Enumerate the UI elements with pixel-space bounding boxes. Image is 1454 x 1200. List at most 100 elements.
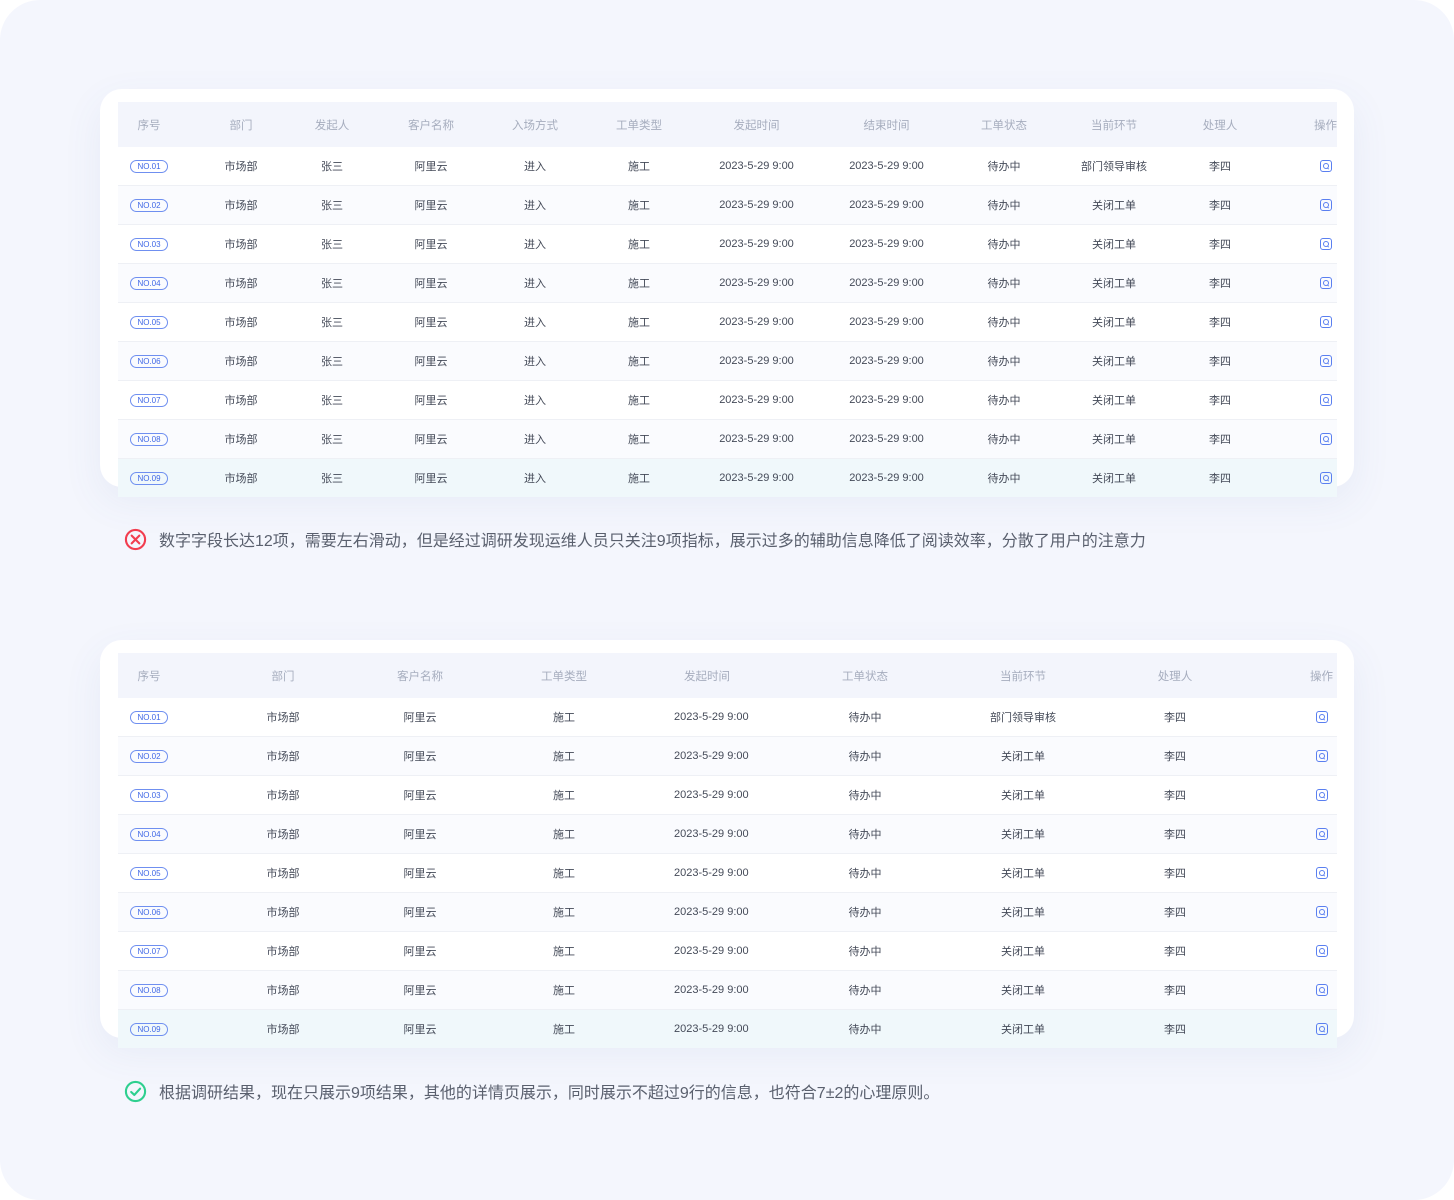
action-cell (1294, 867, 1349, 880)
table-row[interactable]: NO.08 市场部 阿里云 施工 2023-5-29 9:00 待办中 关闭工单 李四 (118, 971, 1337, 1010)
table-row[interactable]: NO.03 市场部 张三 阿里云 进入 施工 2023-5-29 9:00 2023-5-29… (118, 225, 1337, 264)
action-cell (1294, 750, 1349, 763)
row-number-badge: NO.03 (130, 237, 168, 251)
table-cell: 阿里云 (403, 907, 437, 919)
table-row[interactable]: NO.09 市场部 阿里云 施工 2023-5-29 9:00 待办中 关闭工单 李四 (118, 1010, 1337, 1048)
view-icon[interactable] (1315, 789, 1328, 802)
row-number-badge: NO.09 (130, 1022, 168, 1036)
view-icon[interactable] (1319, 316, 1332, 329)
check-circle-icon (124, 1080, 147, 1102)
table-cell: 市场部 (224, 356, 258, 368)
table-cell: 关闭工单 (1092, 473, 1136, 485)
view-icon[interactable] (1319, 199, 1332, 212)
view-icon[interactable] (1315, 867, 1328, 880)
table-cell: 李四 (1209, 161, 1231, 173)
table-cell: 张三 (321, 239, 343, 251)
row-number-badge: NO.05 (130, 315, 168, 329)
table-row[interactable]: NO.08 市场部 张三 阿里云 进入 施工 2023-5-29 9:00 2023-5-29… (118, 420, 1337, 459)
table-row[interactable]: NO.09 市场部 张三 阿里云 进入 施工 2023-5-29 9:00 2023-5-29… (118, 459, 1337, 497)
table-cell: 关闭工单 (1001, 829, 1045, 841)
table-cell: 阿里云 (414, 317, 448, 329)
view-icon[interactable] (1315, 750, 1328, 763)
table-cell: 李四 (1209, 395, 1231, 407)
table-cell: 张三 (321, 473, 343, 485)
table-cell: 李四 (1209, 356, 1231, 368)
row-number-cell: NO.01 (118, 159, 180, 173)
table-row[interactable]: NO.04 市场部 阿里云 施工 2023-5-29 9:00 待办中 关闭工单 李四 (118, 815, 1337, 854)
table-cell: 待办中 (848, 1024, 882, 1036)
table-cell: 2023-5-29 9:00 (719, 394, 794, 406)
table-row[interactable]: NO.07 市场部 张三 阿里云 进入 施工 2023-5-29 9:00 2023-5-29… (118, 381, 1337, 420)
column-header: 当前环节 (1000, 670, 1046, 683)
table-cell: 阿里云 (403, 868, 437, 880)
action-cell (1252, 160, 1399, 173)
note-after: 根据调研结果，现在只展示9项结果，其他的详情页展示，同时展示不超过9行的信息，也… (124, 1079, 939, 1103)
table-cell: 待办中 (987, 395, 1021, 407)
table-cell: 关闭工单 (1001, 946, 1045, 958)
table-row[interactable]: NO.05 市场部 阿里云 施工 2023-5-29 9:00 待办中 关闭工单 李四 (118, 854, 1337, 893)
row-number-cell: NO.08 (118, 432, 180, 446)
table-row[interactable]: NO.02 市场部 张三 阿里云 进入 施工 2023-5-29 9:00 2023-5-29… (118, 186, 1337, 225)
table-cell: 阿里云 (403, 1024, 437, 1036)
table-cell: 2023-5-29 9:00 (719, 355, 794, 367)
table-cell: 2023-5-29 9:00 (849, 277, 924, 289)
table-cell: 关闭工单 (1001, 985, 1045, 997)
table-row[interactable]: NO.06 市场部 阿里云 施工 2023-5-29 9:00 待办中 关闭工单 李四 (118, 893, 1337, 932)
view-icon[interactable] (1319, 160, 1332, 173)
view-icon[interactable] (1315, 1023, 1328, 1036)
table-cell: 市场部 (224, 239, 258, 251)
table-cell: 市场部 (266, 790, 300, 802)
view-icon[interactable] (1319, 472, 1332, 485)
table-row[interactable]: NO.06 市场部 张三 阿里云 进入 施工 2023-5-29 9:00 2023-5-29… (118, 342, 1337, 381)
column-header: 发起时间 (733, 119, 780, 132)
row-number-badge: NO.06 (130, 905, 168, 919)
action-cell (1294, 945, 1349, 958)
row-number-cell: NO.02 (118, 749, 180, 763)
view-icon[interactable] (1319, 433, 1332, 446)
view-icon[interactable] (1315, 711, 1328, 724)
table-cell: 李四 (1164, 712, 1186, 724)
view-icon[interactable] (1315, 906, 1328, 919)
table-row[interactable]: NO.04 市场部 张三 阿里云 进入 施工 2023-5-29 9:00 2023-5-29… (118, 264, 1337, 303)
table-cell: 市场部 (224, 278, 258, 290)
table-cell: 进入 (524, 200, 546, 212)
row-number-badge: NO.04 (130, 827, 168, 841)
table-row[interactable]: NO.05 市场部 张三 阿里云 进入 施工 2023-5-29 9:00 2023-5-29… (118, 303, 1337, 342)
table-cell: 施工 (628, 473, 650, 485)
table-cell: 2023-5-29 9:00 (719, 199, 794, 211)
action-cell (1294, 828, 1349, 841)
table-cell: 市场部 (266, 829, 300, 841)
table-cell: 待办中 (848, 829, 882, 841)
table-row[interactable]: NO.02 市场部 阿里云 施工 2023-5-29 9:00 待办中 关闭工单 李四 (118, 737, 1337, 776)
table-row[interactable]: NO.01 市场部 张三 阿里云 进入 施工 2023-5-29 9:00 2023-5-29… (118, 147, 1337, 186)
view-icon[interactable] (1319, 355, 1332, 368)
row-number-badge: NO.08 (130, 983, 168, 997)
view-icon[interactable] (1319, 394, 1332, 407)
note-before-text: 数字字段长达12项，需要左右滑动，但是经过调研发现运维人员只关注9项指标，展示过… (159, 533, 1146, 550)
table-cell: 阿里云 (403, 946, 437, 958)
table-cell: 施工 (553, 751, 575, 763)
table-cell: 2023-5-29 9:00 (719, 433, 794, 445)
view-icon[interactable] (1315, 945, 1328, 958)
view-icon[interactable] (1315, 984, 1328, 997)
table-cell: 2023-5-29 9:00 (674, 789, 749, 801)
table-row[interactable]: NO.07 市场部 阿里云 施工 2023-5-29 9:00 待办中 关闭工单 李四 (118, 932, 1337, 971)
view-icon[interactable] (1315, 828, 1328, 841)
view-icon[interactable] (1319, 277, 1332, 290)
table-cell: 阿里云 (414, 239, 448, 251)
table-row[interactable]: NO.01 市场部 阿里云 施工 2023-5-29 9:00 待办中 部门领导审核 李四 (118, 698, 1337, 737)
table-cell: 阿里云 (414, 395, 448, 407)
table-cell: 李四 (1209, 200, 1231, 212)
row-number-badge: NO.07 (130, 944, 168, 958)
page-background: 序号 部门 发起人 客户名称 入场方式 工单类型 发起时间 结束时间 工单状态 当前环节 处理人 操作… (0, 0, 1454, 1200)
table-row[interactable]: NO.03 市场部 阿里云 施工 2023-5-29 9:00 待办中 关闭工单 李四 (118, 776, 1337, 815)
table-cell: 2023-5-29 9:00 (849, 355, 924, 367)
table-cell: 市场部 (224, 434, 258, 446)
table-cell: 关闭工单 (1092, 317, 1136, 329)
column-header: 操作 (1314, 119, 1337, 132)
view-icon[interactable] (1319, 238, 1332, 251)
table-cell: 施工 (628, 239, 650, 251)
row-number-cell: NO.09 (118, 1022, 180, 1036)
table-cell: 市场部 (266, 751, 300, 763)
table-cell: 2023-5-29 9:00 (849, 238, 924, 250)
